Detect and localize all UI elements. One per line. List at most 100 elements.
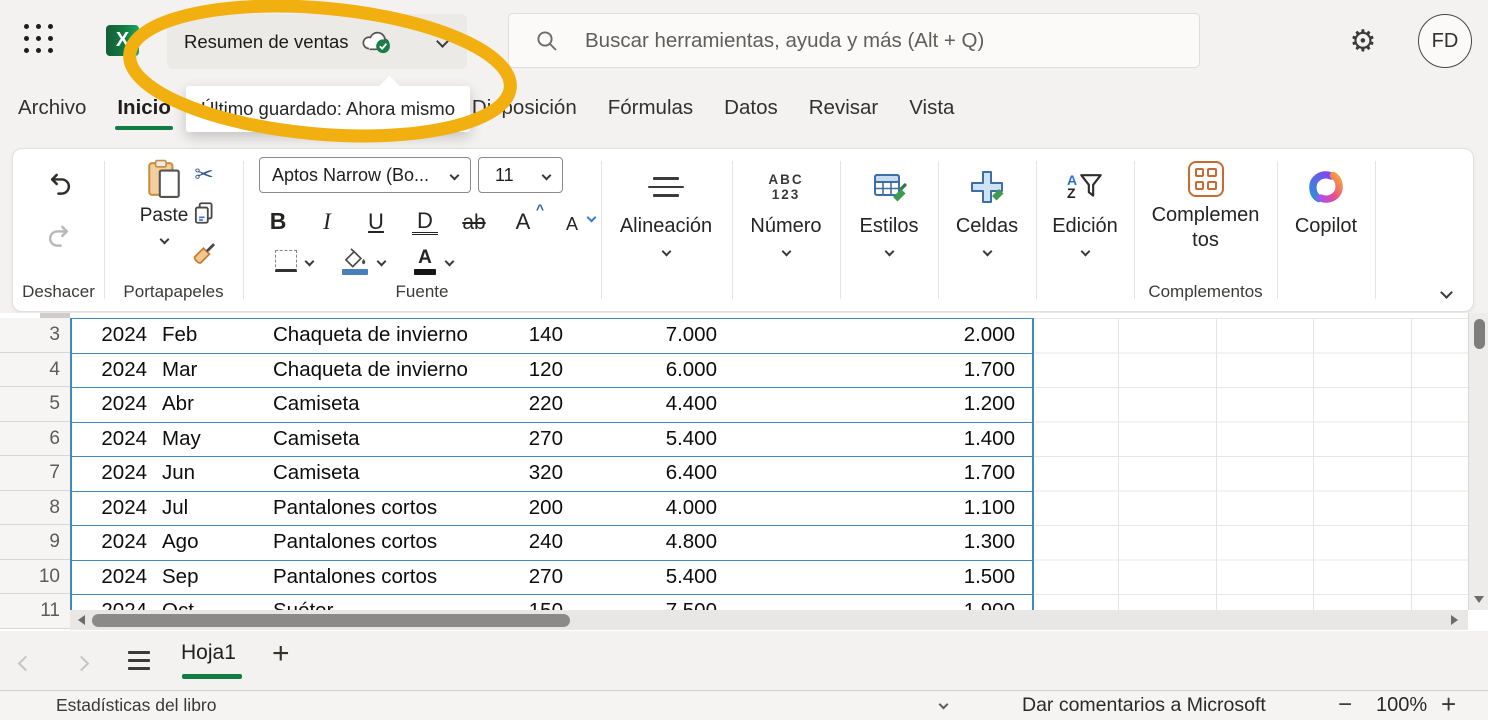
cut-button[interactable]: ✂: [194, 161, 213, 187]
row-header[interactable]: 5: [0, 387, 70, 422]
row-header[interactable]: 11: [0, 594, 70, 629]
cell-year[interactable]: 2024: [70, 561, 155, 595]
cell-v2[interactable]: 1.700: [728, 354, 1032, 388]
cell-year[interactable]: 2024: [70, 492, 155, 526]
fill-color-button[interactable]: [341, 248, 369, 275]
scroll-right-arrow-icon[interactable]: [1451, 614, 1458, 625]
horizontal-scrollbar[interactable]: [70, 610, 1468, 630]
borders-chevron-icon[interactable]: [304, 256, 315, 267]
row-header[interactable]: 9: [0, 525, 70, 560]
zoom-out-button[interactable]: −: [1338, 691, 1352, 718]
cell-product[interactable]: Pantalones cortos: [270, 561, 510, 595]
alignment-group-button[interactable]: Alineación: [611, 163, 721, 257]
italic-button[interactable]: I: [314, 209, 340, 235]
bold-button[interactable]: B: [265, 208, 291, 235]
row-header[interactable]: 3: [0, 318, 70, 353]
underline-button[interactable]: U: [363, 209, 389, 235]
all-sheets-menu-icon[interactable]: [128, 651, 150, 670]
vertical-scrollbar-thumb[interactable]: [1473, 319, 1485, 349]
cell-year[interactable]: 2024: [70, 423, 155, 457]
borders-button[interactable]: [275, 250, 297, 273]
scroll-left-arrow-icon[interactable]: [78, 614, 85, 625]
cell-v1[interactable]: 4.000: [572, 492, 728, 526]
horizontal-scrollbar-thumb[interactable]: [92, 613, 570, 627]
next-sheet-chevron-icon[interactable]: [73, 655, 90, 674]
cell-v2[interactable]: 1.700: [728, 457, 1032, 491]
excel-logo-icon[interactable]: X: [106, 25, 139, 56]
search-input[interactable]: Buscar herramientas, ayuda y más (Alt + …: [508, 13, 1200, 68]
fill-color-chevron-icon[interactable]: [376, 256, 387, 267]
cell-month[interactable]: Mar: [155, 354, 270, 388]
cell-qty[interactable]: 270: [510, 561, 572, 595]
cell-v1[interactable]: 4.400: [572, 388, 728, 422]
row-header[interactable]: 4: [0, 352, 70, 387]
cell-v2[interactable]: 1.300: [728, 526, 1032, 560]
cell-product[interactable]: Pantalones cortos: [270, 526, 510, 560]
cells-group-button[interactable]: Celdas: [932, 163, 1042, 257]
cell-v2[interactable]: 1.500: [728, 561, 1032, 595]
cell-month[interactable]: Sep: [155, 561, 270, 595]
font-color-button[interactable]: A: [413, 248, 437, 275]
workbook-statistics-label[interactable]: Estadísticas del libro: [56, 691, 217, 720]
double-underline-button[interactable]: D: [412, 209, 438, 235]
previous-sheet-chevron-icon[interactable]: [17, 655, 34, 674]
cell-v2[interactable]: 2.000: [728, 319, 1032, 353]
cell-month[interactable]: Jul: [155, 492, 270, 526]
cell-year[interactable]: 2024: [70, 526, 155, 560]
cell-v1[interactable]: 4.800: [572, 526, 728, 560]
font-size-select[interactable]: 11: [478, 157, 563, 193]
cell-month[interactable]: Ago: [155, 526, 270, 560]
tab-archivo[interactable]: Archivo: [16, 92, 88, 130]
cell-v1[interactable]: 6.000: [572, 354, 728, 388]
scroll-down-arrow-icon[interactable]: [1473, 596, 1484, 603]
ribbon-collapse-chevron-icon[interactable]: [1440, 286, 1453, 299]
cell-product[interactable]: Camiseta: [270, 457, 510, 491]
undo-button[interactable]: [46, 171, 73, 203]
cell-qty[interactable]: 120: [510, 354, 572, 388]
empty-cells-area[interactable]: [1034, 318, 1468, 611]
format-painter-button[interactable]: [191, 239, 217, 265]
row-header[interactable]: 7: [0, 456, 70, 491]
cell-product[interactable]: Pantalones cortos: [270, 492, 510, 526]
zoom-in-button[interactable]: +: [1441, 691, 1456, 718]
font-color-chevron-icon[interactable]: [444, 256, 455, 267]
cell-month[interactable]: Abr: [155, 388, 270, 422]
number-group-button[interactable]: ABC 123 Número: [731, 163, 841, 257]
tab-vista[interactable]: Vista: [907, 92, 956, 130]
cell-v2[interactable]: 1.400: [728, 423, 1032, 457]
addins-button[interactable]: Complemen tos: [1134, 161, 1277, 253]
cell-product[interactable]: Camiseta: [270, 388, 510, 422]
tab-revisar[interactable]: Revisar: [807, 92, 881, 130]
avatar[interactable]: FD: [1418, 14, 1472, 68]
copilot-button[interactable]: Copilot: [1271, 163, 1381, 238]
cell-month[interactable]: Jun: [155, 457, 270, 491]
tab-disposición[interactable]: Disposición: [470, 92, 579, 130]
cell-qty[interactable]: 200: [510, 492, 572, 526]
tab-inicio[interactable]: Inicio: [115, 92, 173, 130]
cell-v2[interactable]: 1.100: [728, 492, 1032, 526]
cell-v1[interactable]: 5.400: [572, 423, 728, 457]
redo-button[interactable]: [46, 223, 73, 255]
editing-group-button[interactable]: A Z Edición: [1030, 163, 1140, 257]
cell-v1[interactable]: 6.400: [572, 457, 728, 491]
cell-month[interactable]: Feb: [155, 319, 270, 353]
shrink-font-button[interactable]: A: [559, 212, 597, 235]
sheet-tab-hoja1[interactable]: Hoja1: [181, 641, 236, 665]
zoom-level[interactable]: 100%: [1376, 691, 1427, 720]
cell-qty[interactable]: 240: [510, 526, 572, 560]
cell-v2[interactable]: 1.200: [728, 388, 1032, 422]
font-name-select[interactable]: Aptos Narrow (Bo...: [259, 157, 471, 193]
row-header[interactable]: 6: [0, 421, 70, 456]
cell-v1[interactable]: 7.000: [572, 319, 728, 353]
cell-product[interactable]: Chaqueta de invierno: [270, 319, 510, 353]
cell-year[interactable]: 2024: [70, 319, 155, 353]
status-bar-chevron-icon[interactable]: [938, 699, 949, 710]
app-launcher-icon[interactable]: [24, 24, 58, 58]
styles-group-button[interactable]: Estilos: [834, 163, 944, 257]
cell-qty[interactable]: 320: [510, 457, 572, 491]
cell-qty[interactable]: 140: [510, 319, 572, 353]
file-name-button[interactable]: Resumen de ventas: [167, 14, 467, 69]
cell-qty[interactable]: 270: [510, 423, 572, 457]
add-sheet-button[interactable]: +: [272, 637, 290, 671]
vertical-scrollbar[interactable]: [1468, 313, 1488, 610]
